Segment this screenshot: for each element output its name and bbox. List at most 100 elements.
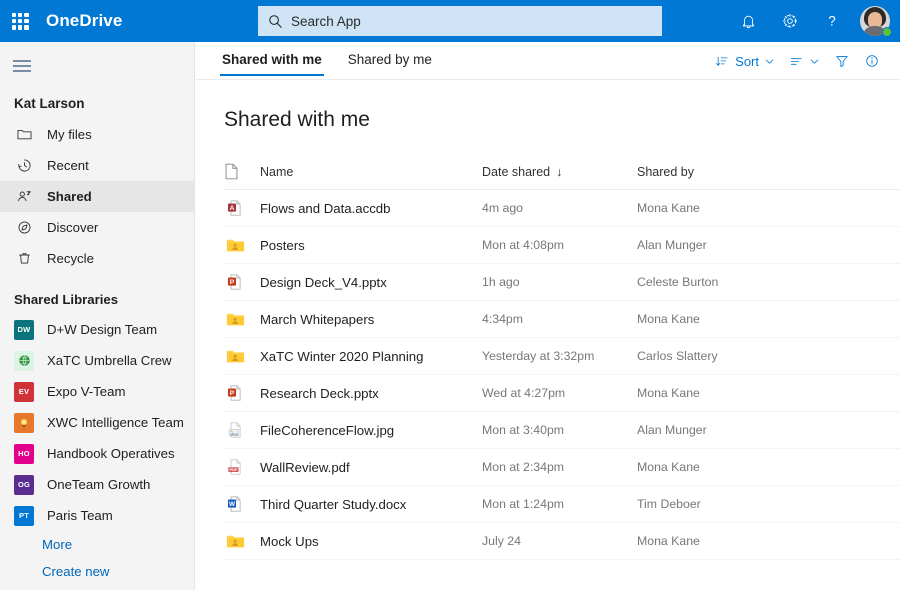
- search-box[interactable]: [258, 6, 662, 36]
- sidebar-item-my-files[interactable]: My files: [0, 119, 194, 150]
- sidebar-item-discover[interactable]: Discover: [0, 212, 194, 243]
- table-row[interactable]: PDF WallReview.pdf Mon at 2:34pm Mona Ka…: [224, 449, 900, 486]
- file-name-label: FileCoherenceFlow.jpg: [260, 423, 394, 438]
- clock-icon: [14, 156, 34, 176]
- library-badge: OG: [14, 475, 34, 495]
- shared-folder-icon: [224, 531, 246, 551]
- file-rows: A Flows and Data.accdb 4m ago Mona Kane …: [224, 190, 900, 562]
- file-name-cell[interactable]: FileCoherenceFlow.jpg: [224, 420, 482, 440]
- table-row[interactable]: A Flows and Data.accdb 4m ago Mona Kane: [224, 190, 900, 227]
- file-name-cell[interactable]: PDF WallReview.pdf: [224, 457, 482, 477]
- file-name-cell[interactable]: Posters: [224, 235, 482, 255]
- sort-label: Sort: [735, 54, 759, 69]
- column-header-name[interactable]: Name: [224, 163, 482, 180]
- powerpoint-file-icon: P: [224, 272, 246, 292]
- file-name-label: Mock Ups: [260, 534, 319, 549]
- image-file-icon: [224, 420, 246, 440]
- shared-by-cell: Mona Kane: [637, 312, 797, 326]
- file-name-cell[interactable]: P Research Deck.pptx: [224, 383, 482, 403]
- file-name-cell[interactable]: March Whitepapers: [224, 309, 482, 329]
- table-row[interactable]: Posters Mon at 4:08pm Alan Munger: [224, 227, 900, 264]
- library-item-paris-team[interactable]: PT Paris Team: [0, 500, 194, 531]
- file-name-label: XaTC Winter 2020 Planning: [260, 349, 423, 364]
- gear-icon: [781, 12, 799, 30]
- library-badge: PT: [14, 506, 34, 526]
- sidebar-item-shared[interactable]: Shared: [0, 181, 194, 212]
- sidebar-item-recycle[interactable]: Recycle: [0, 243, 194, 274]
- column-header-date-shared[interactable]: Date shared ↓: [482, 165, 637, 179]
- filter-button[interactable]: [828, 46, 856, 76]
- suite-header: OneDrive: [0, 0, 900, 42]
- search-input[interactable]: [291, 14, 652, 29]
- library-badge: HO: [14, 444, 34, 464]
- date-shared-cell: Yesterday at 3:32pm: [482, 349, 637, 363]
- sidebar-toggle-button[interactable]: [0, 46, 44, 86]
- library-item-oneteam-growth[interactable]: OG OneTeam Growth: [0, 469, 194, 500]
- more-libraries-link[interactable]: More: [0, 531, 194, 558]
- library-label: XaTC Umbrella Crew: [47, 353, 172, 368]
- file-name-cell[interactable]: P Design Deck_V4.pptx: [224, 272, 482, 292]
- table-row[interactable]: P Design Deck_V4.pptx 1h ago Celeste Bur…: [224, 264, 900, 301]
- table-row[interactable]: UeoD Transition Animation.mov July 23 Ce…: [224, 560, 900, 562]
- date-shared-cell: Wed at 4:27pm: [482, 386, 637, 400]
- sort-button[interactable]: Sort: [709, 46, 781, 76]
- file-name-label: March Whitepapers: [260, 312, 374, 327]
- settings-button[interactable]: [770, 0, 810, 42]
- shared-by-cell: Celeste Burton: [637, 275, 797, 289]
- tab-shared-by-me[interactable]: Shared by me: [346, 42, 434, 76]
- library-item-xatc-umbrella-crew[interactable]: XaTC Umbrella Crew: [0, 345, 194, 376]
- sidebar-item-label: Recycle: [47, 251, 94, 266]
- create-new-library-link[interactable]: Create new: [0, 558, 194, 585]
- library-label: D+W Design Team: [47, 322, 157, 337]
- list-view-icon: [789, 54, 804, 69]
- sidebar-item-recent[interactable]: Recent: [0, 150, 194, 181]
- date-shared-cell: Mon at 3:40pm: [482, 423, 637, 437]
- filter-icon: [834, 53, 850, 69]
- library-item-dw-design-team[interactable]: DW D+W Design Team: [0, 314, 194, 345]
- file-name-cell[interactable]: Mock Ups: [224, 531, 482, 551]
- file-name-label: Posters: [260, 238, 305, 253]
- sort-icon: [715, 54, 730, 69]
- help-button[interactable]: ?: [812, 0, 852, 42]
- suite-actions: ?: [728, 0, 896, 42]
- file-name-cell[interactable]: XaTC Winter 2020 Planning: [224, 346, 482, 366]
- column-header-shared-by[interactable]: Shared by: [637, 165, 797, 179]
- pdf-file-icon: PDF: [224, 457, 246, 477]
- notifications-button[interactable]: [728, 0, 768, 42]
- info-icon: [864, 53, 880, 69]
- lightbulb-icon: [14, 413, 34, 433]
- library-item-handbook-operatives[interactable]: HO Handbook Operatives: [0, 438, 194, 469]
- file-name-cell[interactable]: W Third Quarter Study.docx: [224, 494, 482, 514]
- table-row[interactable]: Mock Ups July 24 Mona Kane: [224, 523, 900, 560]
- shared-by-cell: Alan Munger: [637, 238, 797, 252]
- waffle-icon: [12, 13, 29, 30]
- svg-text:A: A: [229, 205, 234, 212]
- tab-shared-with-me[interactable]: Shared with me: [220, 42, 324, 76]
- details-info-button[interactable]: [858, 46, 886, 76]
- file-name-label: Flows and Data.accdb: [260, 201, 390, 216]
- library-item-expo-v-team[interactable]: EV Expo V-Team: [0, 376, 194, 407]
- view-options-button[interactable]: [783, 46, 826, 76]
- shared-by-cell: Carlos Slattery: [637, 349, 797, 363]
- library-label: Paris Team: [47, 508, 113, 523]
- chevron-down-icon: [809, 56, 820, 67]
- date-shared-cell: 4m ago: [482, 201, 637, 215]
- table-row[interactable]: March Whitepapers 4:34pm Mona Kane: [224, 301, 900, 338]
- trash-icon: [14, 249, 34, 269]
- sidebar-item-label: My files: [47, 127, 92, 142]
- file-name-cell[interactable]: A Flows and Data.accdb: [224, 198, 482, 218]
- shared-by-cell: Mona Kane: [637, 386, 797, 400]
- shared-by-cell: Mona Kane: [637, 534, 797, 548]
- powerpoint-file-icon: P: [224, 383, 246, 403]
- account-avatar-button[interactable]: [854, 0, 896, 42]
- table-row[interactable]: XaTC Winter 2020 Planning Yesterday at 3…: [224, 338, 900, 375]
- library-item-xwc-intelligence-team[interactable]: XWC Intelligence Team: [0, 407, 194, 438]
- app-launcher-button[interactable]: [0, 0, 40, 42]
- sidebar-item-label: Discover: [47, 220, 98, 235]
- library-label: XWC Intelligence Team: [47, 415, 184, 430]
- library-label: Handbook Operatives: [47, 446, 175, 461]
- date-shared-cell: 1h ago: [482, 275, 637, 289]
- table-row[interactable]: W Third Quarter Study.docx Mon at 1:24pm…: [224, 486, 900, 523]
- table-row[interactable]: P Research Deck.pptx Wed at 4:27pm Mona …: [224, 375, 900, 412]
- table-row[interactable]: FileCoherenceFlow.jpg Mon at 3:40pm Alan…: [224, 412, 900, 449]
